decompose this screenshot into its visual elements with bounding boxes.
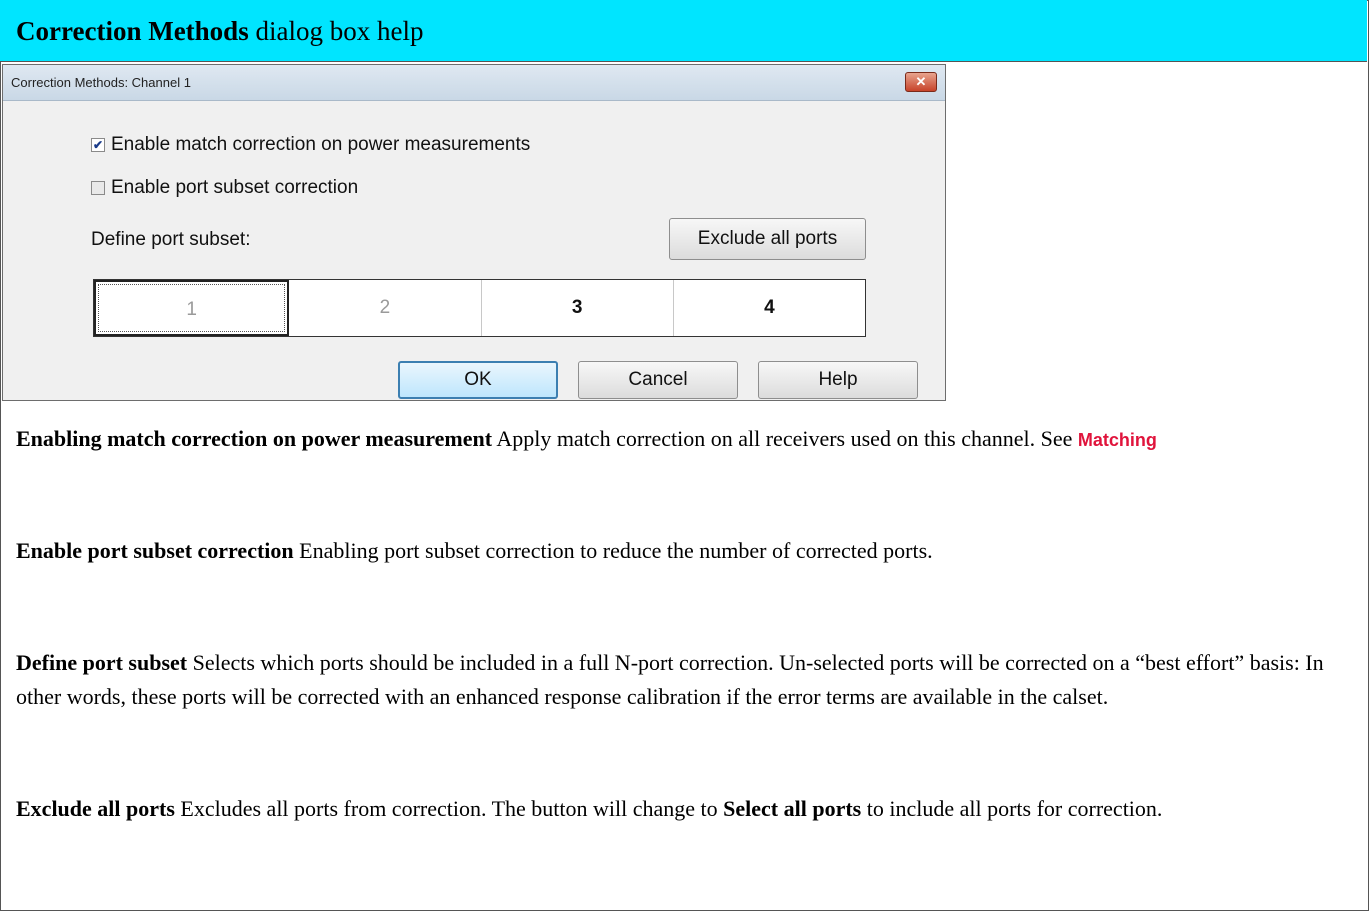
- correction-methods-dialog: Correction Methods: Channel 1 ✕ ✔ Enable…: [2, 64, 946, 401]
- port-subset-label: Enable port subset correction: [111, 177, 359, 198]
- port-subset-grid: 1 2 3 4: [93, 279, 866, 337]
- desc-define-port-subset: Selects which ports should be included i…: [16, 650, 1324, 709]
- dialog-title: Correction Methods: Channel 1: [3, 65, 945, 101]
- header-title-bold: Correction Methods: [16, 16, 249, 46]
- help-button[interactable]: Help: [758, 361, 918, 399]
- term-define-port-subset: Define port subset: [16, 650, 188, 675]
- port-subset-checkbox[interactable]: [91, 181, 105, 195]
- port-4-cell[interactable]: 4: [674, 280, 865, 336]
- header-title-rest: dialog box help: [248, 16, 424, 46]
- port-2-cell[interactable]: 2: [289, 280, 482, 336]
- define-port-subset-label: Define port subset:: [91, 229, 251, 250]
- desc-exclude-all-ports-a: Excludes all ports from correction. The …: [174, 796, 724, 821]
- port-1-cell[interactable]: 1: [94, 280, 290, 336]
- close-icon[interactable]: ✕: [905, 72, 937, 92]
- help-paragraph-define: Define port subset Selects which ports s…: [16, 646, 1361, 714]
- term-select-all-ports: Select all ports: [723, 796, 862, 821]
- term-exclude-all-ports: Exclude all ports: [16, 796, 175, 821]
- help-paragraph-match: Enabling match correction on power measu…: [16, 422, 1361, 457]
- help-paragraph-subset: Enable port subset correction Enabling p…: [16, 534, 1361, 568]
- desc-port-subset-correction: Enabling port subset correction to reduc…: [293, 538, 933, 563]
- ok-button[interactable]: OK: [398, 361, 558, 399]
- match-correction-option[interactable]: ✔ Enable match correction on power measu…: [91, 133, 530, 157]
- desc-match-correction: Apply match correction on all receivers …: [492, 426, 1078, 451]
- term-match-correction: Enabling match correction on power measu…: [16, 426, 493, 451]
- desc-exclude-all-ports-b: to include all ports for correction.: [861, 796, 1163, 821]
- help-paragraph-exclude: Exclude all ports Excludes all ports fro…: [16, 792, 1361, 826]
- cancel-button[interactable]: Cancel: [578, 361, 738, 399]
- page-header: Correction Methods dialog box help: [0, 0, 1367, 62]
- exclude-all-ports-button[interactable]: Exclude all ports: [669, 218, 866, 260]
- port-3-cell[interactable]: 3: [482, 280, 674, 336]
- matching-link[interactable]: Matching: [1078, 430, 1157, 450]
- match-correction-checkbox[interactable]: ✔: [91, 138, 105, 152]
- port-subset-option[interactable]: Enable port subset correction: [91, 176, 358, 200]
- match-correction-label: Enable match correction on power measure…: [111, 134, 531, 155]
- term-port-subset-correction: Enable port subset correction: [16, 538, 294, 563]
